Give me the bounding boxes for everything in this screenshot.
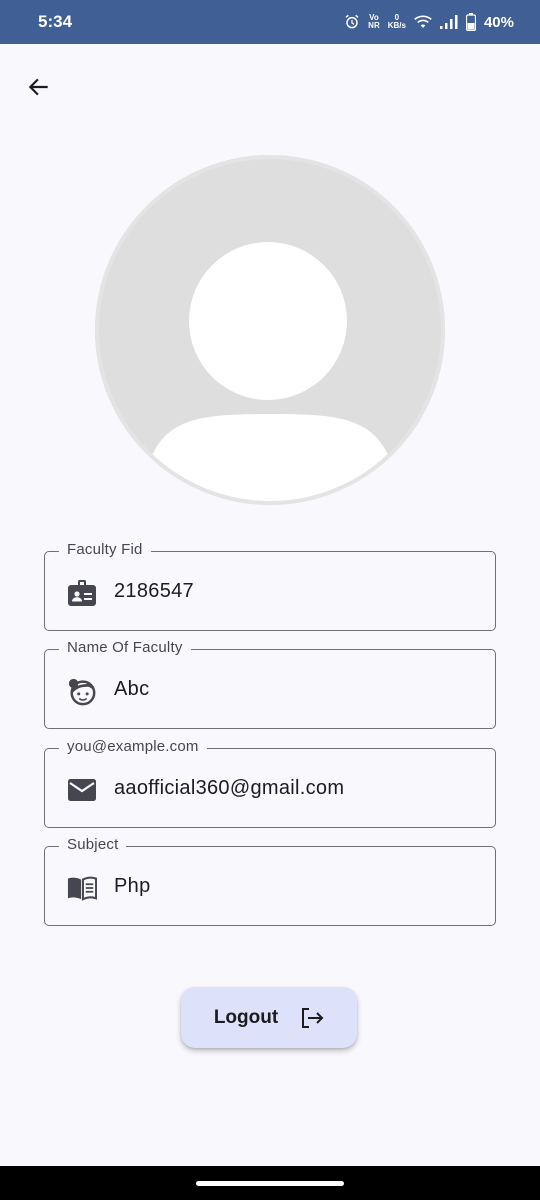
email-label: you@example.com xyxy=(59,738,207,755)
status-icons: Vo NR 0 KB/s 40% xyxy=(344,13,514,31)
faculty-name-label: Name Of Faculty xyxy=(59,639,191,656)
battery-icon xyxy=(465,13,476,31)
logout-icon xyxy=(302,1007,324,1028)
back-button[interactable] xyxy=(18,66,60,108)
email-field[interactable]: you@example.com aaofficial360@gmail.com xyxy=(44,738,496,828)
subject-field[interactable]: Subject Php xyxy=(44,836,496,926)
logout-button[interactable]: Logout xyxy=(181,987,357,1048)
book-icon xyxy=(67,874,97,902)
faculty-fid-field[interactable]: Faculty Fid 2186547 xyxy=(44,541,496,631)
alarm-icon xyxy=(345,14,359,29)
logout-label: Logout xyxy=(213,1006,279,1028)
signal-icon xyxy=(439,15,458,29)
status-bar: 5:34 Vo NR 0 KB/s 40% xyxy=(0,0,540,44)
face-icon xyxy=(67,677,97,706)
wifi-icon xyxy=(414,15,432,28)
subject-label: Subject xyxy=(59,836,127,853)
home-indicator[interactable] xyxy=(196,1181,344,1186)
faculty-name-value: Abc xyxy=(114,678,150,700)
faculty-fid-label: Faculty Fid xyxy=(59,541,151,558)
faculty-name-field[interactable]: Name Of Faculty Abc xyxy=(44,639,496,729)
speed-unit: KB/s xyxy=(387,21,406,30)
badge-icon xyxy=(67,579,97,607)
status-time: 5:34 xyxy=(38,12,73,31)
back-arrow-icon xyxy=(28,78,48,96)
person-placeholder-icon xyxy=(95,155,445,505)
volte-indicator: Vo NR xyxy=(368,14,380,30)
battery-percent: 40% xyxy=(483,13,514,31)
volte-bottom: NR xyxy=(368,21,380,30)
system-nav-bar xyxy=(0,1166,540,1200)
profile-avatar[interactable] xyxy=(95,155,445,505)
email-value: aaofficial360@gmail.com xyxy=(114,777,345,799)
subject-value: Php xyxy=(114,875,151,897)
mail-icon xyxy=(67,776,97,804)
faculty-fid-value: 2186547 xyxy=(114,580,194,602)
network-speed: 0 KB/s xyxy=(388,14,406,30)
